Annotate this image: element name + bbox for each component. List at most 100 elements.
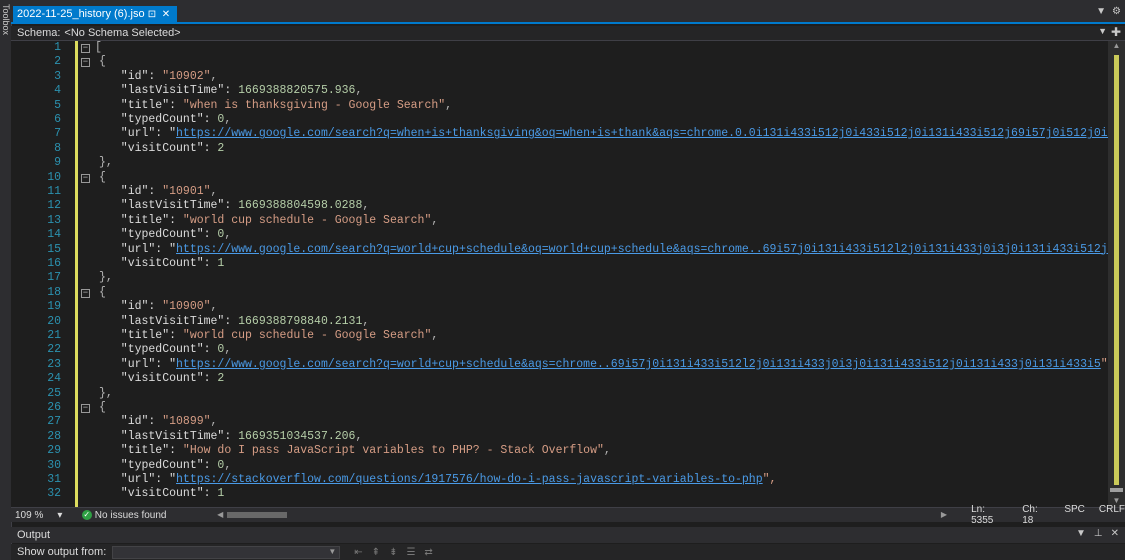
chevron-down-icon[interactable]: ▼: [1076, 528, 1086, 539]
collapse-icon[interactable]: −: [81, 288, 90, 298]
collapse-icon[interactable]: −: [81, 44, 90, 53]
code-line[interactable]: },: [99, 271, 113, 285]
column-indicator[interactable]: Ch: 18: [1022, 504, 1050, 526]
vertical-scrollbar[interactable]: ▲ ▼: [1108, 41, 1125, 507]
pin-icon[interactable]: ⊥: [1094, 528, 1103, 539]
code-token: "when is thanksgiving - Google Search": [182, 98, 446, 112]
code-line[interactable]: [: [95, 41, 102, 55]
scroll-left-icon[interactable]: ◀: [217, 510, 223, 519]
code-line[interactable]: "typedCount": 0,: [107, 459, 231, 473]
chevron-down-icon: ▾: [57, 509, 63, 521]
code-line[interactable]: "typedCount": 0,: [107, 113, 231, 127]
code-token: ",: [762, 473, 777, 486]
close-icon[interactable]: ✕: [159, 9, 173, 20]
line-number: 25: [47, 386, 61, 400]
clear-all-icon[interactable]: ☰: [406, 547, 415, 558]
document-tab-strip: 2022-11-25_history (6).json* ⊡ ✕ ▼ ⚙: [11, 0, 1125, 24]
document-tab[interactable]: 2022-11-25_history (6).json* ⊡ ✕: [13, 6, 177, 22]
code-token: 1669388804598.0288: [238, 199, 363, 213]
url-link[interactable]: https://www.google.com/search?q=world+cu…: [176, 243, 1108, 256]
code-line[interactable]: "visitCount": 2: [107, 141, 225, 156]
code-line[interactable]: "id": "10899",: [107, 415, 218, 429]
word-wrap-icon[interactable]: ⇄: [424, 547, 432, 558]
code-token: ,: [224, 343, 232, 357]
code-line[interactable]: "title": "when is thanksgiving - Google …: [107, 99, 452, 113]
code-line[interactable]: "id": "10901",: [107, 185, 218, 199]
code-token: "url": ": [107, 473, 177, 486]
code-token: "visitCount":: [107, 487, 218, 501]
url-link[interactable]: https://stackoverflow.com/questions/1917…: [176, 473, 763, 486]
gear-icon[interactable]: ⚙: [1112, 6, 1121, 17]
code-token: ,: [445, 98, 453, 112]
chevron-down-icon[interactable]: ▼: [1098, 26, 1107, 36]
code-token: "10900": [162, 300, 211, 314]
code-line[interactable]: "lastVisitTime": 1669388820575.936,: [107, 84, 363, 98]
code-line[interactable]: "lastVisitTime": 1669388804598.0288,: [107, 199, 369, 213]
editor-status-bar: 109 % ▾ ✓ No issues found ◀ ▶ Ln: 5355 C…: [11, 504, 1125, 526]
code-line[interactable]: "id": "10902",: [107, 70, 218, 84]
url-link[interactable]: https://www.google.com/search?q=world+cu…: [176, 358, 1101, 371]
code-line[interactable]: "url": "https://www.google.com/search?q=…: [107, 358, 1108, 372]
code-line[interactable]: "lastVisitTime": 1669388798840.2131,: [107, 315, 369, 329]
code-line[interactable]: "visitCount": 1: [107, 487, 225, 501]
code-token: "typedCount":: [107, 458, 218, 472]
code-line[interactable]: "title": "world cup schedule - Google Se…: [107, 214, 438, 228]
scrollbar-thumb[interactable]: [1110, 488, 1123, 492]
zoom-dropdown[interactable]: 109 % ▾: [15, 510, 74, 521]
cursor-position: Ln: 5355 Ch: 18 SPC CRLF: [971, 504, 1125, 526]
code-line[interactable]: {: [99, 171, 106, 185]
code-line[interactable]: "typedCount": 0,: [107, 343, 231, 357]
collapse-icon[interactable]: −: [81, 404, 90, 413]
line-indicator[interactable]: Ln: 5355: [971, 504, 1008, 526]
code-token: "typedCount":: [107, 228, 218, 242]
code-line[interactable]: {: [99, 286, 106, 300]
code-line[interactable]: "title": "How do I pass JavaScript varia…: [107, 444, 611, 458]
show-output-label: Show output from:: [17, 546, 107, 558]
code-token: 1669388798840.2131: [238, 314, 363, 328]
code-line[interactable]: "title": "world cup schedule - Google Se…: [107, 329, 438, 343]
code-token: 1: [217, 257, 225, 270]
scroll-right-icon[interactable]: ▶: [941, 510, 947, 519]
line-number: 9: [54, 156, 61, 170]
line-number: 7: [54, 127, 61, 141]
split-plus-icon[interactable]: ✚: [1111, 25, 1121, 39]
url-link[interactable]: https://www.google.com/search?q=when+is+…: [176, 127, 1108, 140]
scroll-up-icon[interactable]: ▲: [1108, 41, 1125, 50]
issues-indicator[interactable]: ✓ No issues found: [81, 510, 209, 521]
code-token: },: [99, 386, 113, 400]
code-editor[interactable]: 1 2 3 4 5 6 7 8 9 10 11 12 13 14 15 16 17 18 19 20 21 22 23 24 2…: [11, 41, 1108, 507]
previous-message-icon[interactable]: ⇞: [372, 547, 380, 558]
line-ending-indicator[interactable]: CRLF: [1099, 504, 1125, 526]
code-line[interactable]: {: [99, 55, 106, 69]
code-token: 2: [217, 141, 225, 155]
code-line[interactable]: "url": "https://stackoverflow.com/questi…: [107, 473, 777, 487]
code-line[interactable]: "id": "10900",: [107, 300, 218, 314]
output-title: Output: [17, 529, 51, 541]
code-token: {: [99, 55, 106, 69]
code-line[interactable]: "lastVisitTime": 1669351034537.206,: [107, 430, 363, 444]
pin-icon[interactable]: ⊡: [145, 9, 159, 20]
code-line[interactable]: "visitCount": 1: [107, 257, 225, 271]
schema-dropdown[interactable]: <No Schema Selected>: [64, 27, 180, 39]
line-number: 23: [47, 357, 61, 371]
output-source-dropdown[interactable]: ▼: [112, 545, 341, 559]
horizontal-scrollbar[interactable]: ◀ ▶: [217, 510, 947, 521]
next-message-icon[interactable]: ⇟: [389, 547, 397, 558]
code-line[interactable]: "url": "https://www.google.com/search?q=…: [107, 243, 1108, 257]
horizontal-scrollbar-thumb[interactable]: [227, 511, 288, 518]
whitespace-indicator[interactable]: SPC: [1064, 504, 1085, 526]
code-line[interactable]: },: [99, 387, 113, 401]
toolbox-label[interactable]: Toolbox: [0, 4, 11, 35]
code-line[interactable]: },: [99, 156, 113, 170]
chevron-down-icon[interactable]: ▼: [1096, 6, 1106, 17]
code-line[interactable]: "typedCount": 0,: [107, 228, 231, 242]
collapse-icon[interactable]: −: [81, 173, 90, 183]
line-number: 14: [47, 228, 61, 242]
code-line[interactable]: "url": "https://www.google.com/search?q=…: [107, 127, 1108, 141]
code-line[interactable]: "visitCount": 2: [107, 372, 225, 386]
close-icon[interactable]: ✕: [1111, 528, 1119, 539]
collapse-icon[interactable]: −: [81, 58, 90, 68]
code-line[interactable]: {: [99, 401, 106, 415]
code-token: "lastVisitTime":: [107, 84, 239, 98]
find-message-icon[interactable]: ⇤: [354, 547, 362, 558]
